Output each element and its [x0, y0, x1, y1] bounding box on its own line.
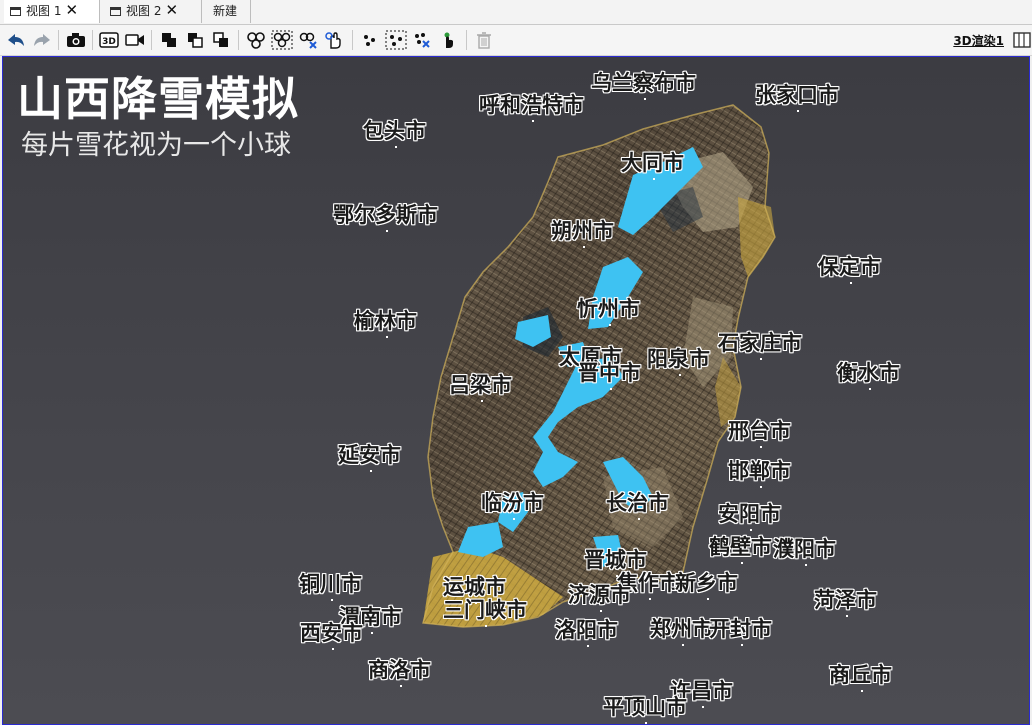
layer-front-icon[interactable]	[157, 28, 181, 52]
tab-view-2[interactable]: 视图 2 ✕	[104, 0, 202, 23]
cluster-select-icon[interactable]	[270, 28, 294, 52]
svg-text:3D: 3D	[102, 37, 116, 47]
map-title: 山西降雪模拟	[17, 72, 299, 126]
city-label: 西安市	[300, 617, 363, 650]
city-label: 阳泉市	[647, 343, 710, 376]
city-label: 鹤壁市	[709, 531, 772, 564]
city-label: 吕梁市	[449, 369, 512, 402]
forward-icon[interactable]	[30, 28, 54, 52]
tab-label: 视图 2	[126, 4, 162, 18]
city-label: 保定市	[818, 251, 881, 284]
panel-toggle-icon[interactable]	[1012, 28, 1032, 52]
cluster-remove-icon[interactable]	[296, 28, 320, 52]
city-label: 新乡市	[675, 567, 738, 600]
city-label: 商丘市	[829, 659, 892, 692]
window-icon	[110, 7, 121, 16]
tab-new[interactable]: 新建	[207, 0, 251, 23]
city-label: 延安市	[338, 439, 401, 472]
video-icon[interactable]	[123, 28, 147, 52]
layer-back-icon[interactable]	[209, 28, 233, 52]
city-label: 张家口市	[755, 79, 839, 112]
city-label: 铜川市	[299, 568, 362, 601]
city-label: 石家庄市	[718, 327, 802, 360]
scatter-select-icon[interactable]	[384, 28, 408, 52]
city-label: 晋中市	[578, 357, 641, 390]
3d-viewport[interactable]: 山西降雪模拟 每片雪花视为一个小球 乌兰察布市 呼和浩特市 张家口市 包头市 大…	[2, 56, 1030, 725]
city-label: 临汾市	[481, 487, 544, 520]
city-label: 乌兰察布市	[591, 67, 696, 100]
3d-icon[interactable]: 3D	[97, 28, 121, 52]
tab-label: 视图 1	[26, 4, 62, 18]
city-label: 安阳市	[718, 498, 781, 531]
trash-icon[interactable]	[472, 28, 496, 52]
tab-view-1[interactable]: 视图 1 ✕	[4, 0, 100, 23]
city-label: 开封市	[709, 613, 772, 646]
city-label: 朔州市	[551, 215, 614, 248]
scatter-icon[interactable]	[358, 28, 382, 52]
layer-copy-icon[interactable]	[183, 28, 207, 52]
city-label: 平顶山市	[603, 691, 687, 724]
back-icon[interactable]	[4, 28, 28, 52]
tab-label: 新建	[213, 4, 238, 18]
city-label: 鄂尔多斯市	[333, 199, 438, 232]
city-label: 衡水市	[837, 357, 900, 390]
city-label: 三门峡市	[443, 594, 527, 627]
city-label: 菏泽市	[814, 584, 877, 617]
close-icon[interactable]: ✕	[165, 3, 178, 18]
scatter-remove-icon[interactable]	[410, 28, 434, 52]
tab-bar: 视图 1 ✕ 视图 2 ✕ 新建	[0, 0, 1032, 25]
city-label: 呼和浩特市	[479, 89, 584, 122]
city-label: 洛阳市	[555, 614, 618, 647]
city-label: 忻州市	[577, 293, 640, 326]
city-label: 长治市	[606, 487, 669, 520]
city-label: 济源市	[568, 579, 631, 612]
city-label: 郑州市	[650, 613, 713, 646]
city-label: 邯郸市	[728, 455, 791, 488]
toolbar: 3D 3D渲染1	[0, 25, 1032, 56]
camera-icon[interactable]	[64, 28, 88, 52]
window-icon	[10, 7, 21, 16]
city-label: 包头市	[363, 115, 426, 148]
cluster-icon[interactable]	[244, 28, 268, 52]
city-label: 濮阳市	[773, 533, 836, 566]
close-icon[interactable]: ✕	[65, 3, 78, 18]
map-subtitle: 每片雪花视为一个小球	[21, 130, 291, 161]
city-label: 邢台市	[728, 415, 791, 448]
city-label: 榆林市	[354, 305, 417, 338]
touch-icon[interactable]	[436, 28, 460, 52]
city-label: 大同市	[621, 147, 684, 180]
city-label: 商洛市	[368, 654, 431, 687]
render-view-label[interactable]: 3D渲染1	[953, 32, 1004, 49]
hand-pointer-icon[interactable]	[322, 28, 346, 52]
